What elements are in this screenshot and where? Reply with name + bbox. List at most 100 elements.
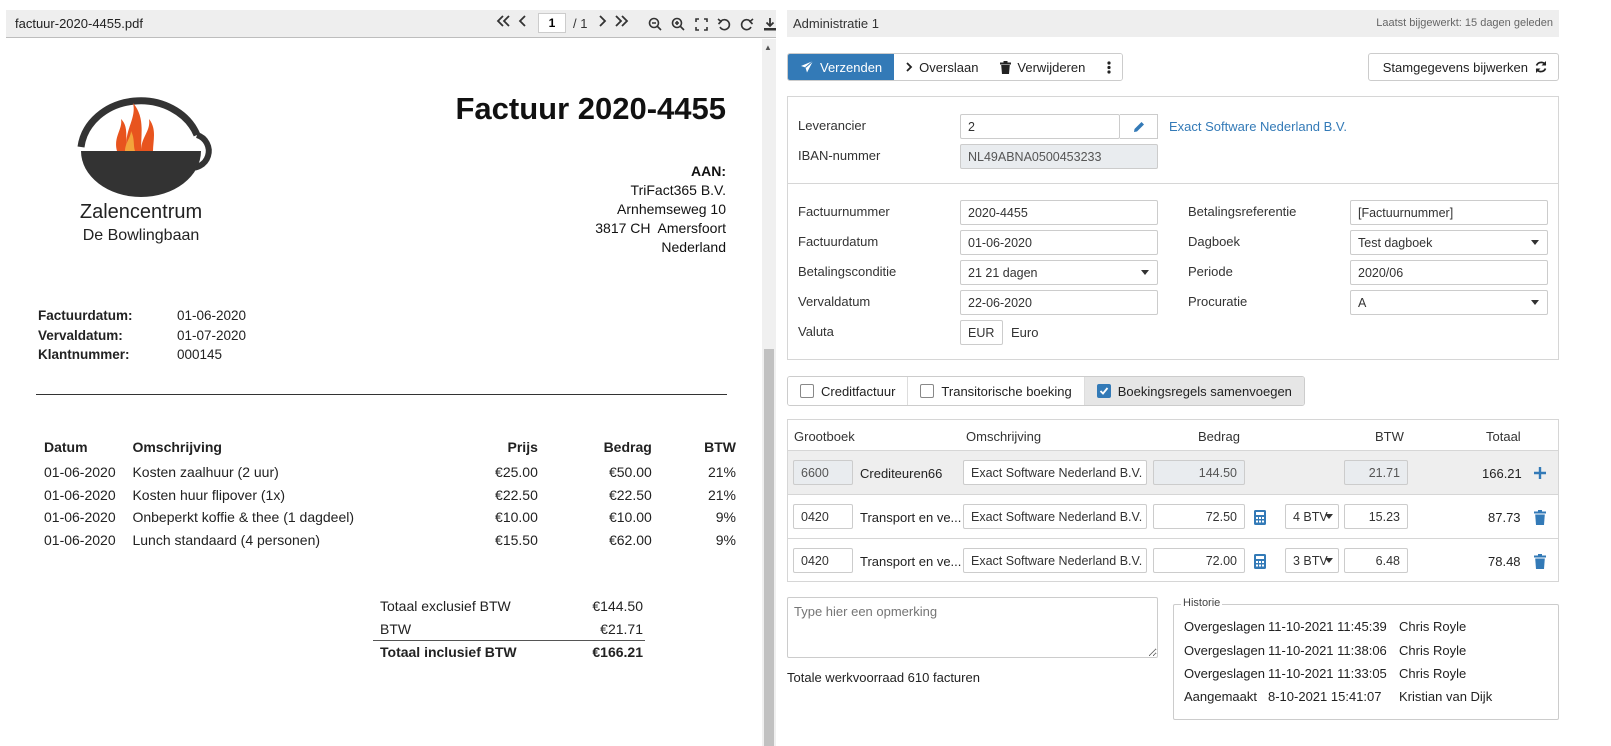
send-button-label: Verzenden bbox=[820, 59, 883, 75]
history-time: 11-10-2021 11:33:05 bbox=[1268, 666, 1387, 681]
calculator-icon bbox=[1254, 509, 1266, 525]
table-cell: €10.00 bbox=[495, 509, 538, 526]
page-number-input[interactable] bbox=[538, 13, 566, 33]
zoom-in-icon[interactable] bbox=[669, 14, 687, 34]
column-header: Omschrijving bbox=[132, 439, 222, 455]
line-description-input[interactable]: Exact Software Nederland B.V. bbox=[963, 460, 1147, 485]
merge-lines-checkbox[interactable]: Boekingsregels samenvoegen bbox=[1084, 377, 1304, 405]
calculator-button[interactable] bbox=[1251, 551, 1269, 571]
journal-select[interactable]: Test dagboek bbox=[1350, 230, 1548, 255]
history-time: 11-10-2021 11:38:06 bbox=[1268, 643, 1387, 658]
table-cell: Onbeperkt koffie & thee (1 dagdeel) bbox=[132, 509, 355, 526]
address-line: 3817 CH Amersfoort bbox=[595, 220, 726, 236]
option-label: Transitorische boeking bbox=[941, 383, 1072, 399]
column-header: Bedrag bbox=[603, 439, 652, 455]
due-date-label: Vervaldatum bbox=[798, 294, 871, 309]
delete-line-button[interactable] bbox=[1530, 507, 1550, 527]
pdf-scrollbar[interactable]: ▲ bbox=[762, 39, 776, 746]
table-row: 01-06-2020 Kosten zaalhuur (2 uur) €25.0… bbox=[36, 461, 736, 484]
period-input[interactable]: 2020/06 bbox=[1350, 260, 1548, 285]
scroll-up-icon[interactable]: ▲ bbox=[764, 43, 772, 52]
meta-key: Vervaldatum: bbox=[38, 327, 123, 343]
line-vat-input[interactable]: 6.48 bbox=[1344, 548, 1408, 573]
booking-line: 0420 Transport en ve... Exact Software N… bbox=[788, 538, 1558, 582]
first-page-icon[interactable] bbox=[496, 14, 512, 33]
line-amount-input[interactable]: 72.00 bbox=[1153, 548, 1245, 573]
booking-line: 6600 Crediteuren66 Exact Software Nederl… bbox=[788, 450, 1558, 494]
address-line: Nederland bbox=[661, 239, 726, 255]
vat-code-select[interactable]: 3 BTV bbox=[1285, 548, 1339, 573]
totals-label: Totaal exclusief BTW bbox=[380, 598, 511, 615]
edit-supplier-button[interactable] bbox=[1120, 114, 1158, 139]
supplier-input[interactable]: 2 bbox=[960, 114, 1120, 139]
history-user: Chris Royle bbox=[1399, 666, 1467, 681]
admin-header: Administratie 1 Laatst bijgewerkt: 15 da… bbox=[787, 10, 1559, 37]
table-cell: 9% bbox=[715, 531, 736, 548]
remark-textarea[interactable] bbox=[787, 597, 1158, 658]
currency-code-input[interactable]: EUR bbox=[960, 320, 1003, 345]
table-cell: €10.00 bbox=[608, 509, 652, 526]
due-date-input[interactable]: 22-06-2020 bbox=[960, 290, 1158, 315]
column-header: Datum bbox=[44, 439, 88, 455]
totals-row: BTW €21.71 bbox=[373, 618, 645, 641]
more-options-button[interactable] bbox=[1096, 54, 1123, 80]
pdf-viewer: factuur-2020-4455.pdf / 1 bbox=[6, 10, 776, 746]
fullscreen-icon[interactable] bbox=[692, 14, 710, 34]
skip-button[interactable]: Overslaan bbox=[894, 54, 990, 80]
supplier-name-link[interactable]: Exact Software Nederland B.V. bbox=[1169, 119, 1347, 134]
credit-invoice-checkbox[interactable]: Creditfactuur bbox=[788, 377, 909, 405]
delete-line-button[interactable] bbox=[1530, 551, 1550, 571]
invoice-date-input[interactable]: 01-06-2020 bbox=[960, 230, 1158, 255]
ledger-code-input[interactable]: 0420 bbox=[793, 548, 853, 573]
invoice-items-table: Datum Omschrijving Prijs Bedrag BTW 01-0… bbox=[36, 439, 736, 551]
totals-label: BTW bbox=[380, 620, 412, 637]
prev-page-icon[interactable] bbox=[515, 14, 531, 33]
line-total: 166.21 bbox=[1482, 466, 1522, 481]
divider bbox=[36, 394, 727, 395]
table-cell: €62.00 bbox=[608, 531, 652, 548]
history-row: Overgeslagen 11-10-2021 11:38:06 Chris R… bbox=[1184, 643, 1466, 658]
payment-reference-input[interactable]: [Factuurnummer] bbox=[1350, 200, 1548, 225]
paper-plane-icon bbox=[801, 60, 814, 73]
send-button[interactable]: Verzenden bbox=[788, 54, 895, 80]
add-line-button[interactable] bbox=[1530, 463, 1550, 483]
checkbox-icon bbox=[920, 384, 935, 398]
line-total: 78.48 bbox=[1488, 554, 1521, 569]
invoice-number-input[interactable]: 2020-4455 bbox=[960, 200, 1158, 225]
procuration-select[interactable]: A bbox=[1350, 290, 1548, 315]
delete-button[interactable]: Verwijderen bbox=[989, 54, 1097, 80]
table-cell: 21% bbox=[707, 486, 736, 503]
logo-line-2: De Bowlingbaan bbox=[82, 227, 200, 244]
line-description-value: Exact Software Nederland B.V. bbox=[971, 509, 1143, 524]
history-action: Overgeslagen bbox=[1184, 666, 1265, 681]
scrollbar-thumb[interactable] bbox=[764, 349, 774, 746]
invoice-number-value: 2020-4455 bbox=[968, 205, 1028, 220]
line-description-input[interactable]: Exact Software Nederland B.V. bbox=[963, 504, 1147, 529]
calculator-icon bbox=[1254, 553, 1266, 569]
table-cell: Kosten zaalhuur (2 uur) bbox=[132, 464, 279, 481]
vat-code-value: 4 BTV bbox=[1293, 509, 1328, 524]
next-page-icon[interactable] bbox=[594, 14, 610, 33]
option-label: Boekingsregels samenvoegen bbox=[1117, 383, 1292, 399]
zoom-out-icon[interactable] bbox=[646, 14, 664, 34]
currency-code-value: EUR bbox=[968, 325, 995, 340]
line-amount-input[interactable]: 72.50 bbox=[1153, 504, 1245, 529]
dropdown-caret-icon bbox=[1325, 514, 1333, 519]
admin-title: Administratie 1 bbox=[793, 16, 879, 31]
vat-code-select[interactable]: 4 BTV bbox=[1285, 504, 1339, 529]
ledger-code-input[interactable]: 0420 bbox=[793, 504, 853, 529]
work-stock-count: Totale werkvoorraad 610 facturen bbox=[787, 670, 980, 685]
download-icon[interactable] bbox=[761, 14, 779, 34]
history-user: Chris Royle bbox=[1399, 619, 1467, 634]
update-master-data-button[interactable]: Stamgegevens bijwerken bbox=[1367, 53, 1559, 81]
line-vat-input[interactable]: 15.23 bbox=[1344, 504, 1408, 529]
last-page-icon[interactable] bbox=[613, 14, 629, 33]
rotate-right-icon[interactable] bbox=[738, 14, 756, 34]
transitory-booking-checkbox[interactable]: Transitorische boeking bbox=[908, 377, 1085, 405]
column-header: Prijs bbox=[507, 439, 538, 455]
update-master-data-label: Stamgegevens bijwerken bbox=[1382, 59, 1528, 75]
rotate-left-icon[interactable] bbox=[715, 14, 733, 34]
payment-condition-select[interactable]: 21 21 dagen bbox=[960, 260, 1158, 285]
line-description-input[interactable]: Exact Software Nederland B.V. bbox=[963, 548, 1147, 573]
calculator-button[interactable] bbox=[1251, 507, 1269, 527]
